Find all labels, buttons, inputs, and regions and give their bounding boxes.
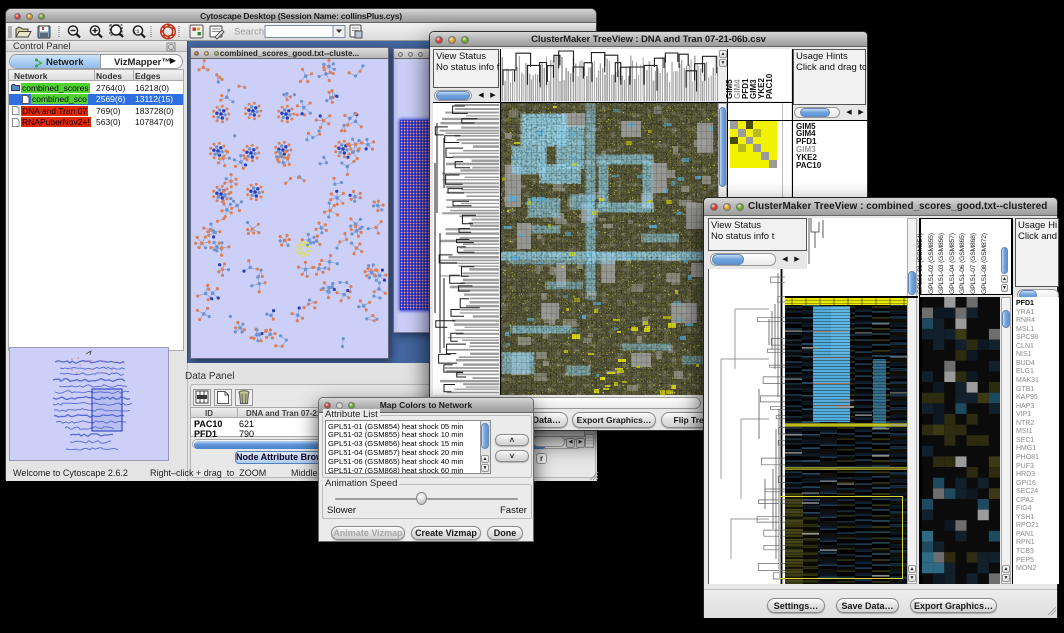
svg-text:1:1: 1:1 — [133, 29, 140, 34]
svg-text:Search:: Search: — [234, 27, 267, 38]
